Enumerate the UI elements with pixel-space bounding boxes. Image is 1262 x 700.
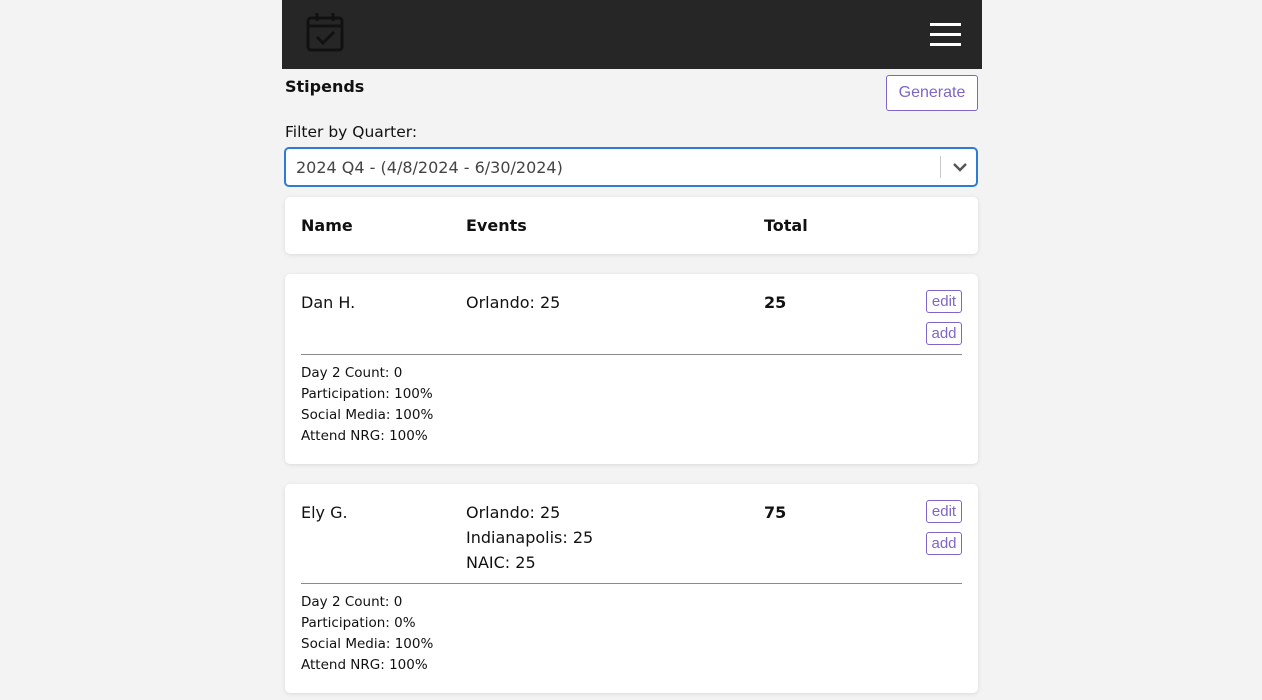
detail-participation: Participation: 100%: [301, 386, 433, 402]
quarter-select[interactable]: 2024 Q4 - (4/8/2024 - 6/30/2024): [284, 147, 978, 187]
row-events: Orlando: 25: [466, 290, 560, 315]
detail-day2-count: Day 2 Count: 0: [301, 594, 403, 610]
page-title: Stipends: [285, 77, 365, 96]
column-header-total: Total: [764, 216, 808, 235]
table-header: Name Events Total: [285, 197, 978, 254]
detail-social-media: Social Media: 100%: [301, 407, 434, 423]
event-item: NAIC: 25: [466, 553, 536, 572]
row-name: Ely G.: [301, 503, 348, 522]
row-total: 75: [764, 503, 787, 522]
top-navbar: [282, 0, 982, 69]
detail-participation: Participation: 0%: [301, 615, 416, 631]
detail-day2-count: Day 2 Count: 0: [301, 365, 403, 381]
column-header-name: Name: [301, 216, 353, 235]
add-button[interactable]: add: [926, 532, 962, 555]
row-divider: [301, 354, 962, 355]
edit-button[interactable]: edit: [926, 500, 962, 523]
edit-button[interactable]: edit: [926, 290, 962, 313]
hamburger-menu-icon[interactable]: [930, 22, 964, 48]
add-button[interactable]: add: [926, 322, 962, 345]
row-name: Dan H.: [301, 293, 356, 312]
detail-attend-nrg: Attend NRG: 100%: [301, 657, 428, 673]
row-events: Orlando: 25 Indianapolis: 25 NAIC: 25: [466, 500, 593, 575]
event-item: Indianapolis: 25: [466, 528, 594, 547]
detail-attend-nrg: Attend NRG: 100%: [301, 428, 428, 444]
chevron-down-icon[interactable]: [952, 160, 968, 174]
row-details: Day 2 Count: 0 Participation: 0% Social …: [301, 592, 433, 676]
app-container: Stipends Generate Filter by Quarter: 202…: [282, 0, 982, 700]
table-row: Dan H. Orlando: 25 25 edit add Day 2 Cou…: [285, 274, 978, 464]
row-details: Day 2 Count: 0 Participation: 100% Socia…: [301, 363, 433, 447]
row-total: 25: [764, 293, 787, 312]
filter-label: Filter by Quarter:: [285, 123, 418, 141]
quarter-select-value: 2024 Q4 - (4/8/2024 - 6/30/2024): [296, 158, 563, 177]
event-item: Orlando: 25: [466, 293, 561, 312]
calendar-check-icon[interactable]: [306, 11, 346, 53]
event-item: Orlando: 25: [466, 503, 561, 522]
column-header-events: Events: [466, 216, 527, 235]
select-separator: [940, 156, 941, 178]
row-divider: [301, 583, 962, 584]
generate-button[interactable]: Generate: [886, 75, 978, 111]
detail-social-media: Social Media: 100%: [301, 636, 434, 652]
table-row: Ely G. Orlando: 25 Indianapolis: 25 NAIC…: [285, 484, 978, 693]
